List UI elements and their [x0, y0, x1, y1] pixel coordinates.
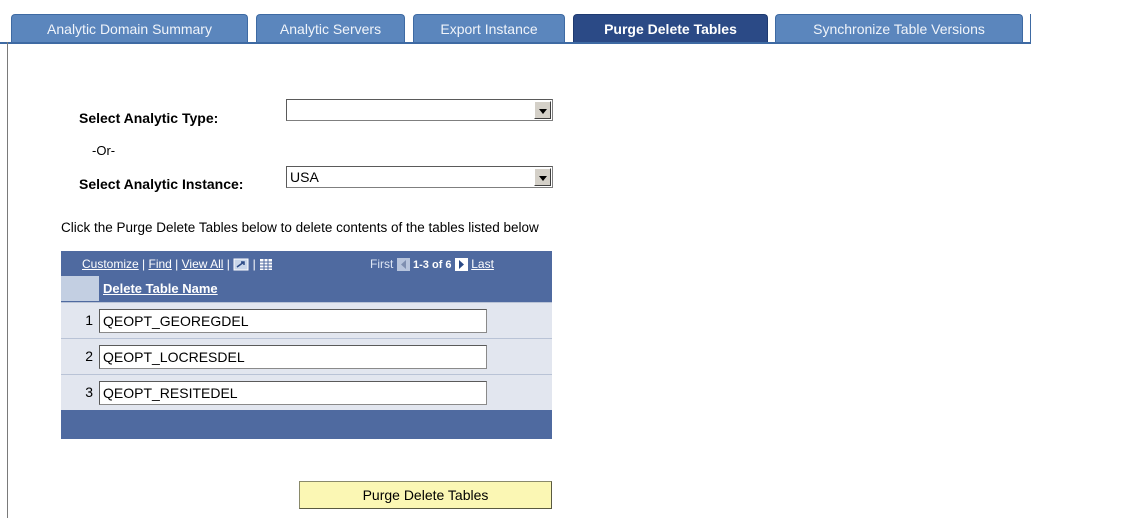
- purge-delete-tables-button[interactable]: Purge Delete Tables: [299, 481, 552, 509]
- table-row: 1 QEOPT_GEOREGDEL: [61, 302, 552, 338]
- tab-analytic-domain-summary[interactable]: Analytic Domain Summary: [11, 14, 248, 42]
- download-icon[interactable]: [233, 258, 249, 271]
- tab-purge-delete-tables[interactable]: Purge Delete Tables: [573, 14, 768, 42]
- row-number: 3: [85, 384, 93, 400]
- delete-table-name-field[interactable]: QEOPT_LOCRESDEL: [99, 345, 487, 369]
- view-all-link[interactable]: View All: [182, 257, 224, 271]
- grid-navigation-bar: Customize | Find | View All | | First 1-…: [61, 251, 552, 276]
- delete-tables-grid: Customize | Find | View All | | First 1-…: [61, 251, 552, 439]
- tab-export-instance[interactable]: Export Instance: [413, 14, 565, 42]
- delete-table-name-field[interactable]: QEOPT_RESITEDEL: [99, 381, 487, 405]
- last-link[interactable]: Last: [471, 257, 494, 271]
- chevron-down-icon[interactable]: [534, 168, 551, 186]
- tab-synchronize-table-versions[interactable]: Synchronize Table Versions: [775, 14, 1023, 42]
- grid-footer: [61, 411, 552, 439]
- customize-link[interactable]: Customize: [82, 257, 139, 271]
- tab-underline: [0, 42, 1030, 44]
- or-text: -Or-: [92, 143, 116, 158]
- row-range: 1-3 of 6: [413, 259, 452, 271]
- table-row: 3 QEOPT_RESITEDEL: [61, 374, 552, 410]
- delete-table-name-field[interactable]: QEOPT_GEOREGDEL: [99, 309, 487, 333]
- row-number: 1: [85, 312, 93, 328]
- next-icon[interactable]: [454, 258, 468, 272]
- column-header-row: Delete Table Name: [61, 276, 552, 301]
- analytic-type-select[interactable]: [286, 99, 553, 121]
- grid-icon[interactable]: [259, 258, 273, 271]
- row-number: 2: [85, 348, 93, 364]
- instructions-text: Click the Purge Delete Tables below to d…: [61, 220, 539, 235]
- tab-bar: Analytic Domain Summary Analytic Servers…: [0, 0, 1147, 44]
- tab-end-line: [1030, 14, 1031, 44]
- analytic-instance-label: Select Analytic Instance:: [79, 176, 244, 192]
- first-label: First: [370, 257, 394, 271]
- row-number-gutter: [61, 276, 99, 301]
- analytic-instance-value: USA: [290, 169, 319, 185]
- analytic-type-label: Select Analytic Type:: [79, 110, 219, 126]
- chevron-down-icon[interactable]: [534, 101, 551, 119]
- tab-analytic-servers[interactable]: Analytic Servers: [256, 14, 405, 42]
- previous-icon: [396, 258, 410, 272]
- table-row: 2 QEOPT_LOCRESDEL: [61, 338, 552, 374]
- page-left-border: [7, 42, 8, 518]
- column-header-delete-table-name[interactable]: Delete Table Name: [99, 276, 552, 301]
- analytic-instance-select[interactable]: USA: [286, 166, 553, 188]
- find-link[interactable]: Find: [148, 257, 171, 271]
